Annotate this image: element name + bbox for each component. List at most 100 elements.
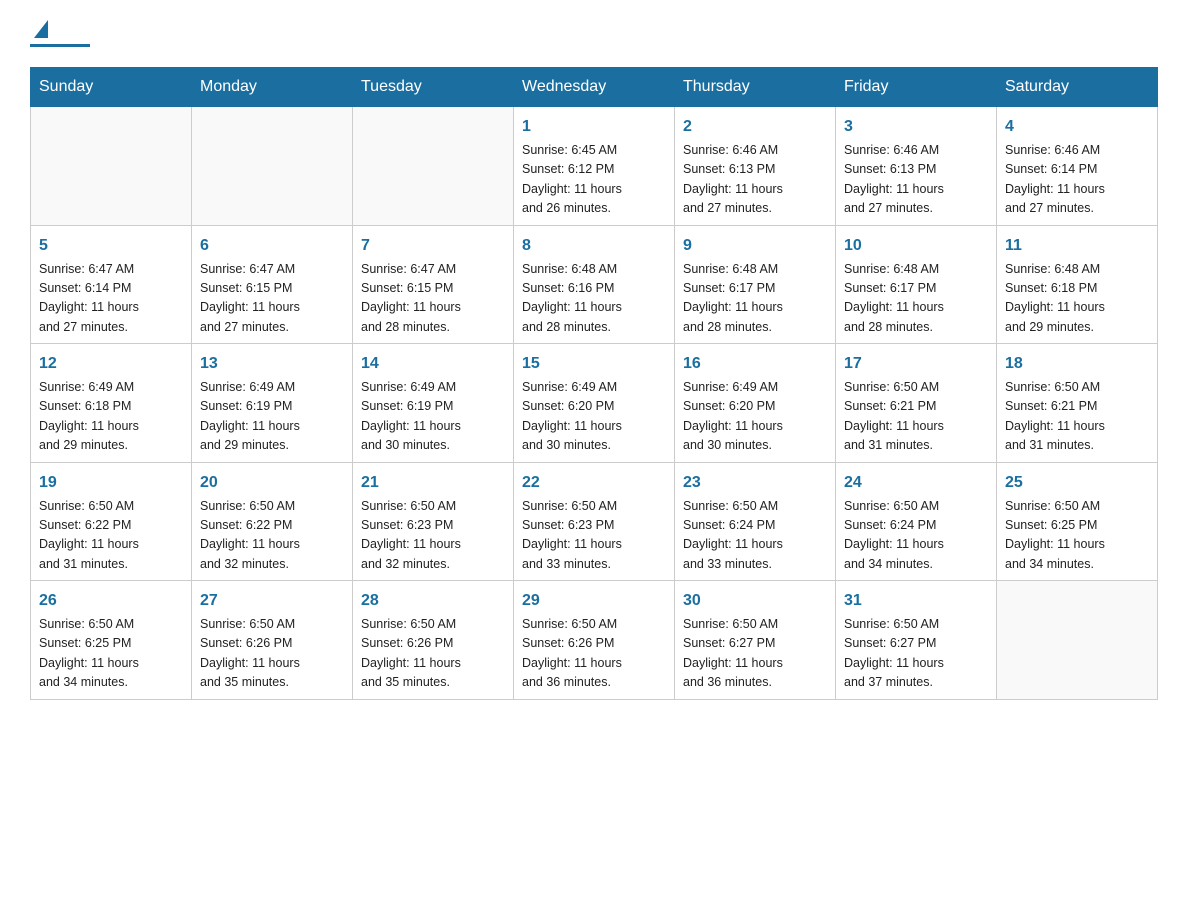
calendar-cell: 12 Sunrise: 6:49 AMSunset: 6:18 PMDayligh… (31, 344, 192, 463)
calendar-table: SundayMondayTuesdayWednesdayThursdayFrid… (30, 67, 1158, 700)
day-number: 22 (522, 471, 666, 495)
day-info: Sunrise: 6:50 AMSunset: 6:22 PMDaylight:… (39, 499, 139, 571)
day-info: Sunrise: 6:50 AMSunset: 6:27 PMDaylight:… (844, 617, 944, 689)
day-number: 11 (1005, 234, 1149, 258)
day-number: 14 (361, 352, 505, 376)
calendar-cell: 6 Sunrise: 6:47 AMSunset: 6:15 PMDaylight… (192, 225, 353, 344)
day-number: 23 (683, 471, 827, 495)
calendar-cell: 29 Sunrise: 6:50 AMSunset: 6:26 PMDayligh… (514, 581, 675, 700)
calendar-cell (997, 581, 1158, 700)
calendar-cell: 28 Sunrise: 6:50 AMSunset: 6:26 PMDayligh… (353, 581, 514, 700)
day-info: Sunrise: 6:50 AMSunset: 6:25 PMDaylight:… (39, 617, 139, 689)
header-saturday: Saturday (997, 68, 1158, 107)
day-number: 12 (39, 352, 183, 376)
calendar-cell: 17Sunrise: 6:50 AMSunset: 6:21 PMDayligh… (836, 344, 997, 463)
calendar-cell: 23 Sunrise: 6:50 AMSunset: 6:24 PMDayligh… (675, 462, 836, 581)
calendar-cell: 4 Sunrise: 6:46 AMSunset: 6:14 PMDaylight… (997, 107, 1158, 226)
calendar-cell: 16Sunrise: 6:49 AMSunset: 6:20 PMDayligh… (675, 344, 836, 463)
day-info: Sunrise: 6:50 AMSunset: 6:27 PMDaylight:… (683, 617, 783, 689)
calendar-cell: 9Sunrise: 6:48 AMSunset: 6:17 PMDaylight… (675, 225, 836, 344)
calendar-cell (192, 107, 353, 226)
day-number: 20 (200, 471, 344, 495)
day-number: 28 (361, 589, 505, 613)
calendar-week-2: 5 Sunrise: 6:47 AMSunset: 6:14 PMDaylight… (31, 225, 1158, 344)
calendar-cell: 11 Sunrise: 6:48 AMSunset: 6:18 PMDayligh… (997, 225, 1158, 344)
calendar-cell: 25Sunrise: 6:50 AMSunset: 6:25 PMDayligh… (997, 462, 1158, 581)
day-number: 19 (39, 471, 183, 495)
calendar-cell: 3 Sunrise: 6:46 AMSunset: 6:13 PMDaylight… (836, 107, 997, 226)
calendar-cell: 31 Sunrise: 6:50 AMSunset: 6:27 PMDayligh… (836, 581, 997, 700)
day-info: Sunrise: 6:48 AMSunset: 6:18 PMDaylight:… (1005, 262, 1105, 334)
calendar-cell: 30Sunrise: 6:50 AMSunset: 6:27 PMDayligh… (675, 581, 836, 700)
day-info: Sunrise: 6:48 AMSunset: 6:17 PMDaylight:… (844, 262, 944, 334)
calendar-cell: 18Sunrise: 6:50 AMSunset: 6:21 PMDayligh… (997, 344, 1158, 463)
day-number: 17 (844, 352, 988, 376)
header-wednesday: Wednesday (514, 68, 675, 107)
calendar-cell: 5 Sunrise: 6:47 AMSunset: 6:14 PMDaylight… (31, 225, 192, 344)
calendar-cell: 15 Sunrise: 6:49 AMSunset: 6:20 PMDayligh… (514, 344, 675, 463)
day-info: Sunrise: 6:47 AMSunset: 6:14 PMDaylight:… (39, 262, 139, 334)
calendar-cell: 22 Sunrise: 6:50 AMSunset: 6:23 PMDayligh… (514, 462, 675, 581)
calendar-cell: 1 Sunrise: 6:45 AMSunset: 6:12 PMDaylight… (514, 107, 675, 226)
day-number: 6 (200, 234, 344, 258)
header-monday: Monday (192, 68, 353, 107)
day-number: 5 (39, 234, 183, 258)
calendar-cell: 8Sunrise: 6:48 AMSunset: 6:16 PMDaylight… (514, 225, 675, 344)
calendar-week-3: 12 Sunrise: 6:49 AMSunset: 6:18 PMDayligh… (31, 344, 1158, 463)
header-friday: Friday (836, 68, 997, 107)
calendar-header-row: SundayMondayTuesdayWednesdayThursdayFrid… (31, 68, 1158, 107)
day-info: Sunrise: 6:46 AMSunset: 6:13 PMDaylight:… (683, 143, 783, 215)
day-info: Sunrise: 6:47 AMSunset: 6:15 PMDaylight:… (361, 262, 461, 334)
day-info: Sunrise: 6:50 AMSunset: 6:25 PMDaylight:… (1005, 499, 1105, 571)
day-number: 29 (522, 589, 666, 613)
day-info: Sunrise: 6:46 AMSunset: 6:14 PMDaylight:… (1005, 143, 1105, 215)
day-info: Sunrise: 6:49 AMSunset: 6:18 PMDaylight:… (39, 380, 139, 452)
day-number: 9 (683, 234, 827, 258)
day-info: Sunrise: 6:50 AMSunset: 6:22 PMDaylight:… (200, 499, 300, 571)
day-info: Sunrise: 6:50 AMSunset: 6:26 PMDaylight:… (361, 617, 461, 689)
day-number: 4 (1005, 115, 1149, 139)
logo-triangle-icon (34, 20, 48, 38)
header-thursday: Thursday (675, 68, 836, 107)
day-number: 26 (39, 589, 183, 613)
calendar-cell: 27 Sunrise: 6:50 AMSunset: 6:26 PMDayligh… (192, 581, 353, 700)
logo-line (30, 44, 90, 47)
header-tuesday: Tuesday (353, 68, 514, 107)
day-info: Sunrise: 6:45 AMSunset: 6:12 PMDaylight:… (522, 143, 622, 215)
calendar-cell: 13Sunrise: 6:49 AMSunset: 6:19 PMDayligh… (192, 344, 353, 463)
day-info: Sunrise: 6:50 AMSunset: 6:26 PMDaylight:… (200, 617, 300, 689)
day-info: Sunrise: 6:49 AMSunset: 6:19 PMDaylight:… (361, 380, 461, 452)
day-number: 8 (522, 234, 666, 258)
calendar-cell (31, 107, 192, 226)
calendar-cell: 26 Sunrise: 6:50 AMSunset: 6:25 PMDayligh… (31, 581, 192, 700)
day-info: Sunrise: 6:46 AMSunset: 6:13 PMDaylight:… (844, 143, 944, 215)
day-number: 1 (522, 115, 666, 139)
day-number: 18 (1005, 352, 1149, 376)
page-header (30, 20, 1158, 47)
day-number: 27 (200, 589, 344, 613)
calendar-cell: 14 Sunrise: 6:49 AMSunset: 6:19 PMDayligh… (353, 344, 514, 463)
day-number: 7 (361, 234, 505, 258)
day-info: Sunrise: 6:50 AMSunset: 6:24 PMDaylight:… (683, 499, 783, 571)
day-info: Sunrise: 6:49 AMSunset: 6:20 PMDaylight:… (683, 380, 783, 452)
day-number: 15 (522, 352, 666, 376)
calendar-week-1: 1 Sunrise: 6:45 AMSunset: 6:12 PMDaylight… (31, 107, 1158, 226)
calendar-cell: 2Sunrise: 6:46 AMSunset: 6:13 PMDaylight… (675, 107, 836, 226)
day-number: 10 (844, 234, 988, 258)
calendar-cell: 19 Sunrise: 6:50 AMSunset: 6:22 PMDayligh… (31, 462, 192, 581)
day-number: 3 (844, 115, 988, 139)
day-number: 31 (844, 589, 988, 613)
calendar-cell: 24Sunrise: 6:50 AMSunset: 6:24 PMDayligh… (836, 462, 997, 581)
day-info: Sunrise: 6:50 AMSunset: 6:23 PMDaylight:… (361, 499, 461, 571)
day-info: Sunrise: 6:49 AMSunset: 6:19 PMDaylight:… (200, 380, 300, 452)
day-info: Sunrise: 6:47 AMSunset: 6:15 PMDaylight:… (200, 262, 300, 334)
calendar-cell: 21Sunrise: 6:50 AMSunset: 6:23 PMDayligh… (353, 462, 514, 581)
calendar-cell (353, 107, 514, 226)
logo (30, 20, 94, 47)
calendar-week-4: 19 Sunrise: 6:50 AMSunset: 6:22 PMDayligh… (31, 462, 1158, 581)
day-number: 24 (844, 471, 988, 495)
calendar-week-5: 26 Sunrise: 6:50 AMSunset: 6:25 PMDayligh… (31, 581, 1158, 700)
day-info: Sunrise: 6:50 AMSunset: 6:23 PMDaylight:… (522, 499, 622, 571)
day-info: Sunrise: 6:50 AMSunset: 6:26 PMDaylight:… (522, 617, 622, 689)
day-info: Sunrise: 6:49 AMSunset: 6:20 PMDaylight:… (522, 380, 622, 452)
